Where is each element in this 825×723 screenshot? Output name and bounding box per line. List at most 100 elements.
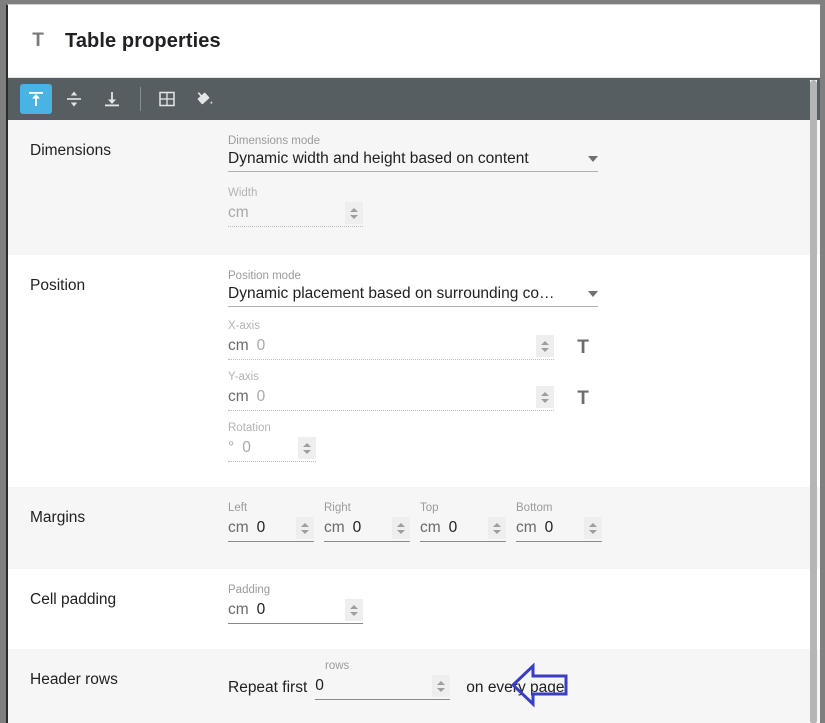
margin-left-input[interactable]: cm 0 [228, 517, 314, 542]
stepper-down-icon [350, 214, 358, 219]
margin-left-label: Left [228, 502, 248, 514]
stepper-up-icon [350, 604, 358, 609]
dimensions-width-unit: cm [228, 204, 249, 221]
position-x-text-align-button[interactable]: T [568, 337, 598, 359]
margin-top-value: 0 [448, 519, 458, 536]
dimensions-width-stepper[interactable] [345, 202, 363, 224]
position-y-input[interactable]: cm 0 [228, 386, 554, 411]
toolbar-divider [140, 87, 141, 111]
dimensions-mode-label: Dimensions mode [228, 135, 321, 147]
cell-padding-field[interactable]: Padding cm 0 [228, 583, 820, 624]
header-rows-unit-label: rows [325, 660, 350, 672]
position-mode-select[interactable]: Dynamic placement based on surrounding c… [228, 285, 598, 307]
header-rows-trail-text: on every page [466, 679, 565, 696]
dimensions-width-label: Width [228, 187, 258, 199]
cell-padding-input[interactable]: cm 0 [228, 599, 363, 624]
margin-top-stepper[interactable] [488, 517, 506, 539]
section-dimensions: Dimensions Dimensions mode Dynamic width… [8, 120, 820, 255]
position-y-field[interactable]: Y-axis cm 0 T [228, 370, 598, 411]
chevron-down-icon[interactable] [588, 156, 598, 162]
dimensions-width-field[interactable]: Width cm [228, 186, 820, 227]
fill-color-button[interactable] [189, 84, 221, 114]
stepper-down-icon [437, 687, 446, 692]
margin-left-field[interactable]: Left cm 0 [228, 501, 324, 542]
margin-right-value: 0 [352, 519, 362, 536]
position-y-text-align-button[interactable]: T [568, 388, 598, 410]
position-mode-field[interactable]: Position mode Dynamic placement based on… [228, 269, 820, 307]
header-rows-field: Repeat first 0 on every page [228, 675, 820, 700]
stepper-down-icon [541, 398, 549, 403]
section-margins-label: Margins [30, 509, 86, 526]
header-rows-stepper[interactable] [432, 675, 451, 697]
margin-top-input[interactable]: cm 0 [420, 517, 506, 542]
position-y-label: Y-axis [228, 371, 259, 383]
position-x-stepper[interactable] [536, 335, 554, 357]
cell-padding-label: Padding [228, 584, 271, 596]
section-dimensions-label: Dimensions [30, 142, 111, 159]
stepper-up-icon [350, 207, 358, 212]
dialog-titlebar: T Table properties [8, 5, 820, 78]
margin-left-unit: cm [228, 519, 249, 536]
section-header-rows-label: Header rows [30, 671, 118, 688]
margin-bottom-label: Bottom [516, 502, 553, 514]
position-rotation-unit: ° [228, 439, 235, 456]
section-cell-padding-label: Cell padding [30, 591, 117, 608]
position-rotation-field[interactable]: Rotation ° 0 [228, 421, 820, 462]
dimensions-mode-field[interactable]: Dimensions mode Dynamic width and height… [228, 134, 820, 172]
margin-right-field[interactable]: Right cm 0 [324, 501, 420, 542]
stepper-up-icon [397, 522, 405, 527]
position-y-value: 0 [256, 388, 266, 405]
table-properties-dialog: T Table properties Dimensions Dimensions… [6, 4, 820, 723]
stepper-up-icon [541, 391, 549, 396]
position-y-stepper[interactable] [536, 386, 554, 408]
chevron-down-icon[interactable] [588, 291, 598, 297]
margin-right-stepper[interactable] [392, 517, 410, 539]
align-middle-icon [67, 91, 81, 107]
stepper-down-icon [589, 529, 597, 534]
header-rows-value: 0 [315, 677, 324, 694]
section-position-label: Position [30, 277, 86, 294]
position-rotation-stepper[interactable] [298, 437, 316, 459]
position-rotation-label: Rotation [228, 422, 271, 434]
header-rows-lead-text: Repeat first [228, 679, 308, 696]
section-cell-padding: Cell padding Padding cm 0 [8, 569, 820, 649]
margin-bottom-value: 0 [544, 519, 554, 536]
stepper-down-icon [350, 611, 358, 616]
section-position: Position Position mode Dynamic placement… [8, 255, 820, 487]
dimensions-mode-select[interactable]: Dynamic width and height based on conten… [228, 150, 598, 172]
margin-top-unit: cm [420, 519, 441, 536]
margin-right-input[interactable]: cm 0 [324, 517, 410, 542]
align-bottom-button[interactable] [96, 84, 128, 114]
stepper-down-icon [301, 529, 309, 534]
dimensions-width-input[interactable]: cm [228, 202, 363, 227]
margin-bottom-field[interactable]: Bottom cm 0 [516, 501, 612, 542]
margin-top-label: Top [420, 502, 439, 514]
table-borders-button[interactable] [151, 84, 183, 114]
cell-padding-stepper[interactable] [345, 599, 363, 621]
stepper-down-icon [493, 529, 501, 534]
margin-bottom-input[interactable]: cm 0 [516, 517, 602, 542]
position-rotation-input[interactable]: ° 0 [228, 437, 316, 462]
dimensions-mode-value: Dynamic width and height based on conten… [228, 150, 529, 167]
header-rows-input[interactable]: 0 [315, 675, 451, 700]
position-x-field[interactable]: X-axis cm 0 T [228, 319, 598, 360]
stepper-up-icon [493, 522, 501, 527]
margin-right-label: Right [324, 502, 351, 514]
margin-left-stepper[interactable] [296, 517, 314, 539]
cell-padding-value: 0 [256, 601, 266, 618]
align-middle-button[interactable] [58, 84, 90, 114]
stepper-up-icon [437, 680, 446, 685]
cell-padding-unit: cm [228, 601, 249, 618]
position-mode-value: Dynamic placement based on surrounding c… [228, 285, 555, 302]
vertical-scrollbar-thumb[interactable] [810, 80, 817, 723]
section-margins: Margins Left cm 0 Right cm 0 Top cm 0 Bo… [8, 487, 820, 569]
table-borders-icon [159, 91, 175, 107]
properties-sections: Dimensions Dimensions mode Dynamic width… [8, 120, 820, 723]
position-mode-label: Position mode [228, 270, 301, 282]
text-T-icon: T [32, 30, 44, 51]
align-top-icon [29, 92, 43, 106]
margin-top-field[interactable]: Top cm 0 [420, 501, 516, 542]
align-top-button[interactable] [20, 84, 52, 114]
margin-bottom-stepper[interactable] [584, 517, 602, 539]
position-x-input[interactable]: cm 0 [228, 335, 554, 360]
